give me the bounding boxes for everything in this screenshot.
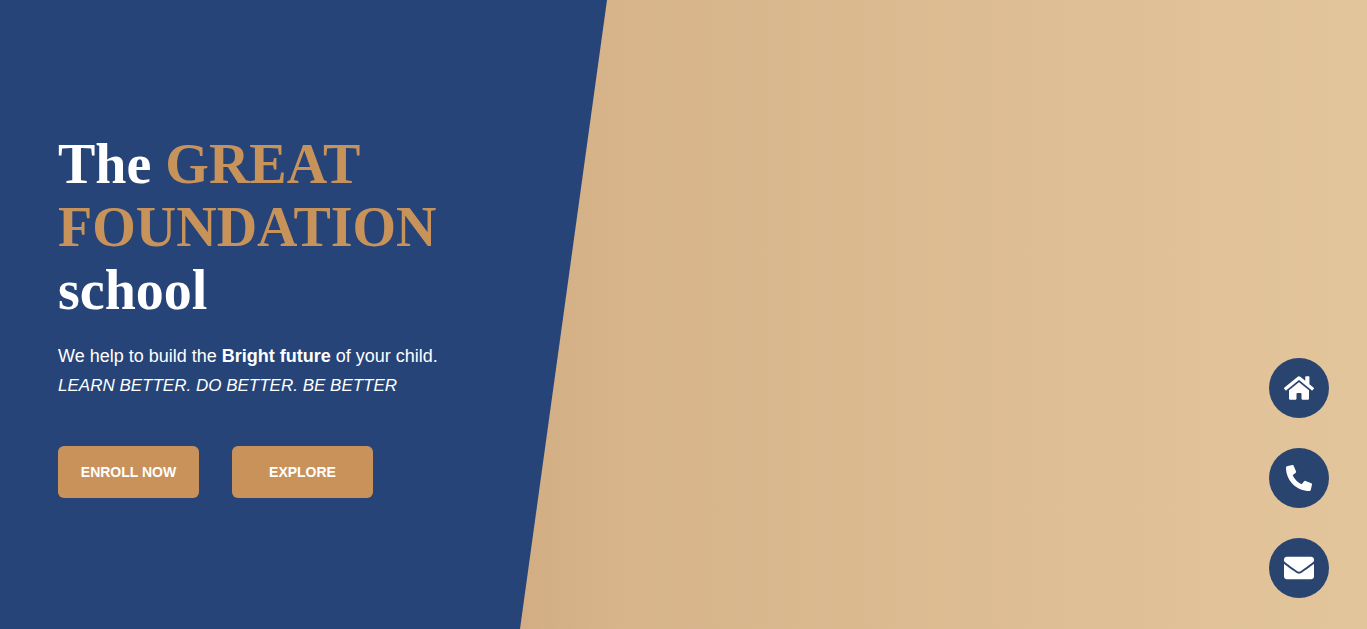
title-word: The	[58, 133, 151, 196]
title-line: school	[58, 259, 1367, 322]
hero-button[interactable]: ENROLL NOW	[58, 446, 199, 498]
button-row: ENROLL NOW EXPLORE	[58, 446, 1367, 498]
title-word: FOUNDATION	[58, 196, 437, 259]
motto: LEARN BETTER. DO BETTER. BE BETTER	[58, 371, 1367, 400]
home-icon	[1284, 373, 1314, 403]
home-button[interactable]	[1269, 358, 1329, 418]
title-word: school	[58, 259, 207, 322]
tagline-part: Bright future	[222, 346, 331, 366]
tagline: We help to build the Bright future of yo…	[58, 342, 1367, 371]
floating-actions	[1269, 358, 1329, 598]
tagline-part: of your child.	[331, 346, 438, 366]
hero-content: TheGREATFOUNDATIONschool We help to build…	[0, 0, 1367, 498]
title-word: GREAT	[165, 133, 360, 196]
hero-section: TheGREATFOUNDATIONschool We help to build…	[0, 0, 1367, 629]
email-button[interactable]	[1269, 538, 1329, 598]
tagline-part: We help to build the	[58, 346, 222, 366]
hero-button[interactable]: EXPLORE	[232, 446, 373, 498]
phone-icon	[1286, 465, 1312, 491]
envelope-icon	[1284, 553, 1314, 583]
phone-button[interactable]	[1269, 448, 1329, 508]
title-line: FOUNDATION	[58, 196, 1367, 259]
hero-title: TheGREATFOUNDATIONschool	[58, 133, 1367, 322]
title-line: TheGREAT	[58, 133, 1367, 196]
